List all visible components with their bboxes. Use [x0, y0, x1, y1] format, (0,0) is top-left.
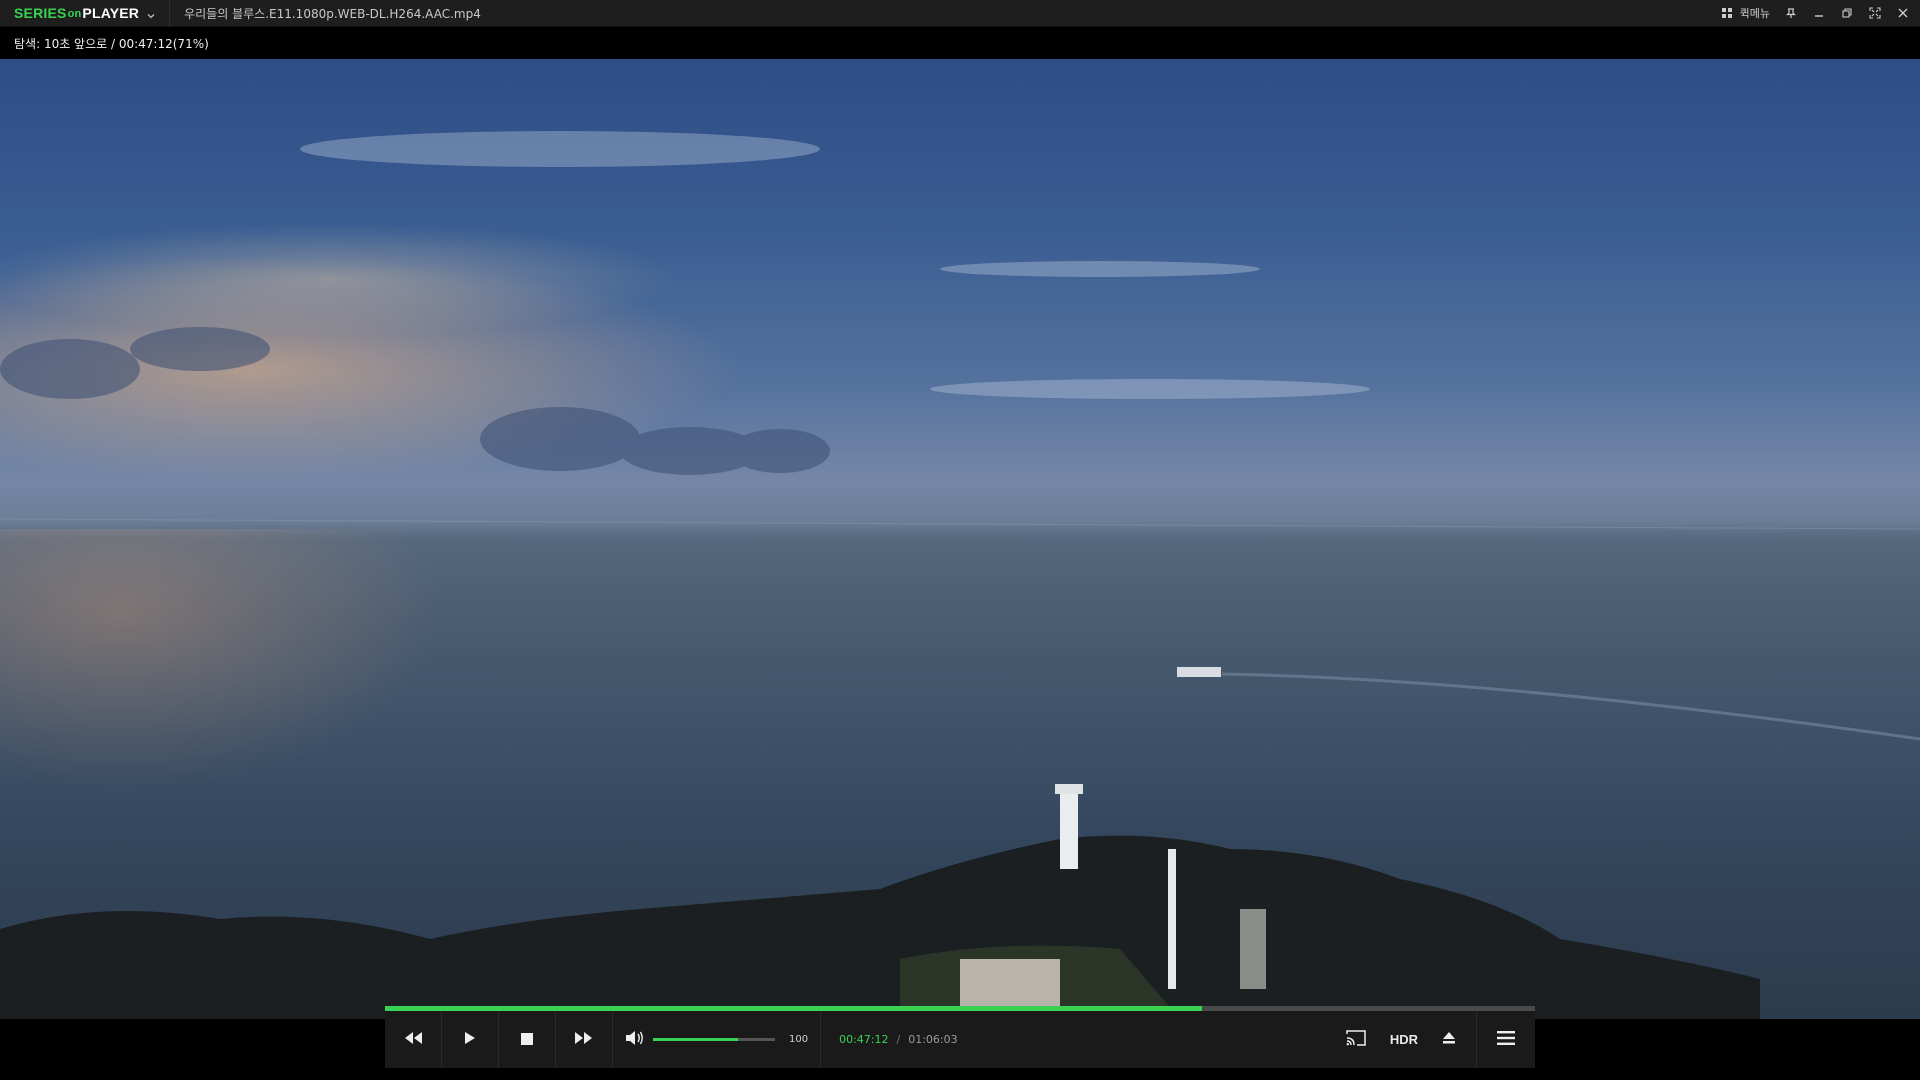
restore-icon[interactable]: [1840, 6, 1854, 20]
cast-button[interactable]: [1334, 1011, 1378, 1068]
fast-forward-icon: [574, 1030, 594, 1049]
volume-slider[interactable]: [653, 1038, 775, 1041]
video-scene: [0, 131, 1920, 1019]
stop-button[interactable]: [499, 1011, 556, 1068]
minimize-icon[interactable]: [1812, 6, 1826, 20]
volume-slider-fill: [653, 1038, 739, 1041]
volume-icon[interactable]: [625, 1030, 645, 1050]
rewind-button[interactable]: [385, 1011, 442, 1068]
menu-button[interactable]: [1476, 1011, 1535, 1068]
stop-icon: [521, 1030, 533, 1049]
grid-icon: [1720, 6, 1734, 20]
eject-button[interactable]: [1430, 1011, 1476, 1068]
eject-icon: [1442, 1030, 1456, 1049]
seek-osd-message: 탐색: 10초 앞으로 / 00:47:12(71%): [14, 36, 209, 51]
fast-forward-button[interactable]: [556, 1011, 613, 1068]
hdr-button[interactable]: HDR: [1378, 1011, 1430, 1068]
quick-menu-label: 퀵메뉴: [1739, 7, 1770, 20]
app-brand-menu[interactable]: SERIESonPLAYER: [0, 0, 171, 26]
total-time: 01:06:03: [908, 1033, 958, 1046]
title-bar: SERIESonPLAYER 우리들의 블루스.E11.1080p.WEB-DL…: [0, 0, 1920, 27]
quick-menu-button[interactable]: 퀵메뉴: [1720, 5, 1770, 21]
close-icon[interactable]: [1896, 6, 1910, 20]
fullscreen-icon[interactable]: [1868, 6, 1882, 20]
menu-icon: [1497, 1030, 1515, 1050]
volume-control: 100: [613, 1011, 822, 1068]
app-logo: SERIESonPLAYER: [14, 5, 140, 21]
control-panel: 100 00:47:12 / 01:06:03 HDR: [385, 1006, 1535, 1068]
chevron-down-icon: [145, 7, 157, 19]
video-frame[interactable]: [0, 59, 1920, 1019]
time-display: 00:47:12 / 01:06:03: [821, 1011, 958, 1068]
osd-bar: 탐색: 10초 앞으로 / 00:47:12(71%): [0, 27, 1920, 59]
volume-value: 100: [789, 1034, 809, 1045]
current-time: 00:47:12: [839, 1033, 889, 1046]
pin-icon[interactable]: [1784, 6, 1798, 20]
rewind-icon: [403, 1030, 423, 1049]
play-button[interactable]: [442, 1011, 499, 1068]
play-icon: [464, 1030, 476, 1049]
time-separator: /: [896, 1033, 901, 1046]
cast-icon: [1346, 1029, 1366, 1050]
file-title: 우리들의 블루스.E11.1080p.WEB-DL.H264.AAC.mp4: [184, 6, 481, 21]
